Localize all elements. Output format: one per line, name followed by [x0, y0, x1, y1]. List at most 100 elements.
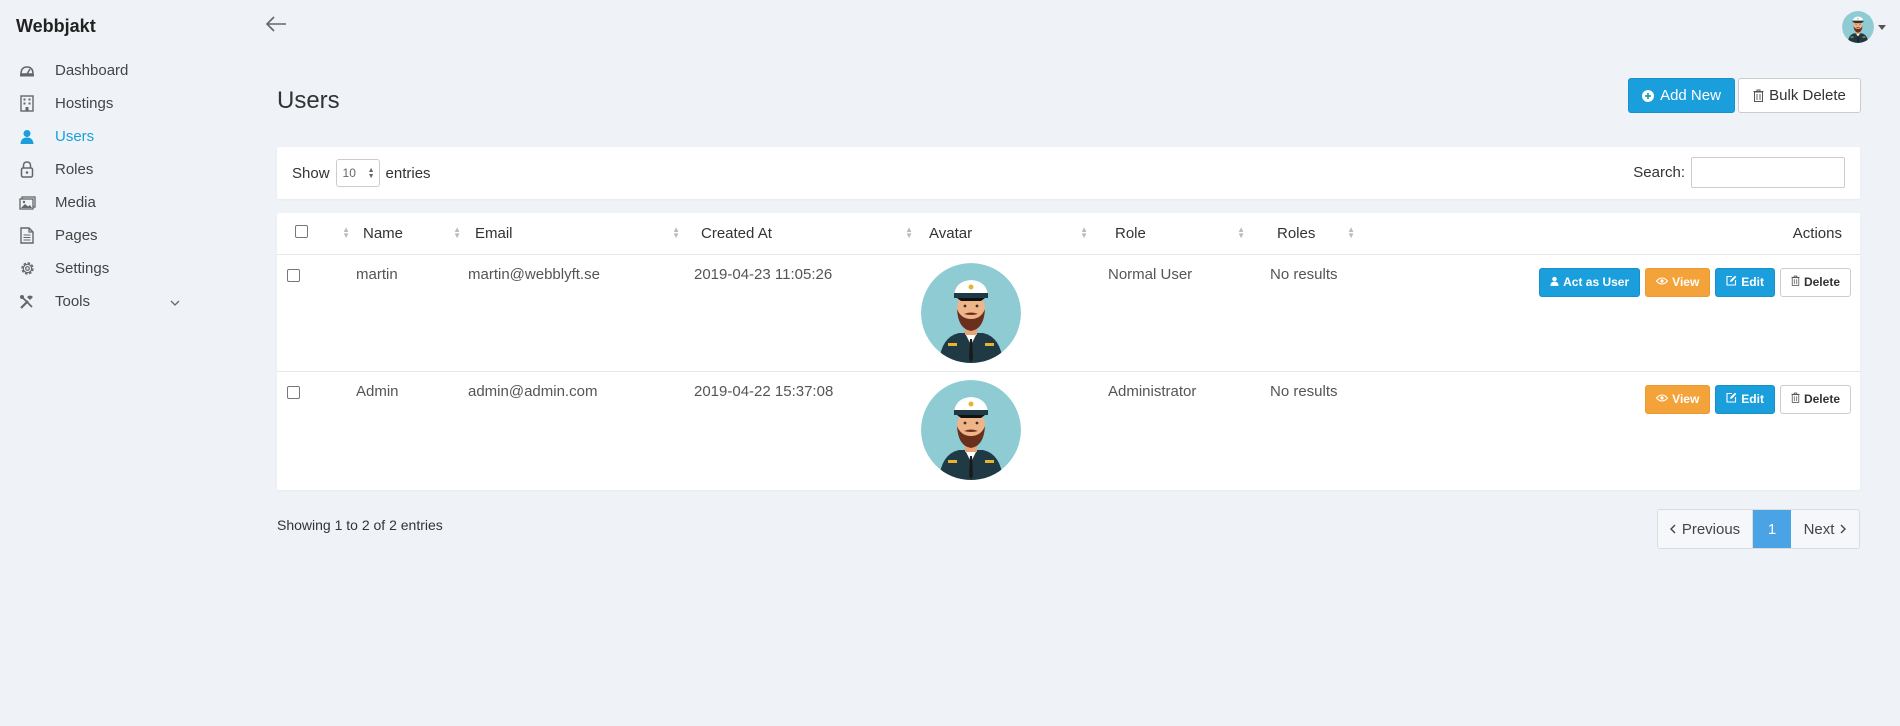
avatar — [921, 263, 1021, 363]
add-new-label: Add New — [1660, 87, 1721, 104]
header-actions: Actions — [1361, 213, 1860, 255]
next-page-button[interactable]: Next — [1791, 510, 1859, 548]
row-actions: View Edit Delete — [1361, 383, 1860, 414]
name-cell: Admin — [356, 382, 399, 400]
building-icon — [17, 94, 37, 114]
sort-icon: ▲ ▼ — [453, 225, 461, 240]
sidebar-item-hostings[interactable]: Hostings — [0, 87, 200, 120]
tools-icon — [17, 292, 37, 312]
sort-icon: ▲ ▼ — [342, 225, 350, 240]
act-as-user-label: Act as User — [1563, 275, 1630, 289]
chevron-left-icon — [1669, 524, 1676, 534]
header-select-all[interactable]: ▲ ▼ — [277, 213, 356, 255]
sidebar-item-users[interactable]: Users — [0, 120, 200, 153]
header-avatar[interactable]: Avatar ▲ ▼ — [919, 213, 1094, 255]
chevron-down-icon — [170, 293, 180, 310]
sidebar-item-tools[interactable]: Tools — [0, 285, 200, 318]
sidebar-item-label: Roles — [55, 161, 94, 178]
entries-label: entries — [385, 164, 431, 182]
header-label: Email — [475, 224, 513, 242]
sidebar-item-label: Hostings — [55, 95, 114, 112]
lock-icon — [17, 160, 37, 180]
header-email[interactable]: Email ▲ ▼ — [467, 213, 686, 255]
table-header-row: ▲ ▼ Name ▲ ▼ Email ▲ ▼ Created At ▲ ▼ Avatar… — [277, 213, 1860, 255]
sidebar-item-settings[interactable]: Settings — [0, 252, 200, 285]
sort-icon: ▲ ▼ — [1080, 225, 1088, 240]
sort-icon: ▲ ▼ — [905, 225, 913, 240]
sort-icon: ▲ ▼ — [1237, 225, 1245, 240]
image-icon — [17, 193, 37, 213]
delete-button[interactable]: Delete — [1779, 384, 1851, 414]
edit-button[interactable]: Edit — [1715, 267, 1775, 297]
dashboard-icon — [17, 61, 37, 81]
header-roles[interactable]: Roles ▲ ▼ — [1251, 213, 1361, 255]
sidebar-item-label: Users — [55, 128, 95, 145]
chevron-right-icon — [1840, 524, 1847, 534]
sidebar-item-label: Dashboard — [55, 62, 129, 79]
users-table-card: ▲ ▼ Name ▲ ▼ Email ▲ ▼ Created At ▲ ▼ Avatar… — [277, 213, 1860, 490]
gear-icon — [17, 259, 37, 279]
sort-icon: ▲ ▼ — [1347, 225, 1355, 240]
role-cell: Administrator — [1108, 382, 1197, 400]
bulk-delete-button[interactable]: Bulk Delete — [1738, 78, 1861, 113]
plus-circle-icon — [1642, 89, 1655, 102]
delete-button[interactable]: Delete — [1779, 267, 1851, 297]
act-as-user-button[interactable]: Act as User — [1539, 267, 1641, 297]
avatar — [1842, 11, 1874, 43]
brand-logo[interactable]: Webbjakt — [16, 16, 96, 37]
header-created-at[interactable]: Created At ▲ ▼ — [686, 213, 919, 255]
header-role[interactable]: Role ▲ ▼ — [1094, 213, 1251, 255]
trash-icon — [1791, 392, 1800, 406]
add-new-button[interactable]: Add New — [1628, 78, 1735, 113]
header-label: Avatar — [929, 224, 973, 242]
back-arrow-icon[interactable] — [264, 12, 288, 36]
sidebar-item-pages[interactable]: Pages — [0, 219, 200, 252]
sidebar-item-roles[interactable]: Roles — [0, 153, 200, 186]
table-row: Admin admin@admin.com 2019-04-22 15:37:0… — [277, 371, 1860, 488]
edit-label: Edit — [1741, 392, 1764, 406]
edit-icon — [1726, 275, 1737, 289]
avatar-cell — [919, 371, 1094, 488]
table-info: Showing 1 to 2 of 2 entries — [277, 517, 443, 533]
row-checkbox[interactable] — [287, 268, 300, 282]
sidebar-item-dashboard[interactable]: Dashboard — [0, 54, 200, 87]
sidebar-item-media[interactable]: Media — [0, 186, 200, 219]
entries-length-select[interactable]: 10 ▲ ▼ — [335, 159, 380, 187]
row-checkbox[interactable] — [287, 385, 300, 399]
delete-label: Delete — [1803, 275, 1840, 289]
roles-cell: No results — [1270, 382, 1338, 400]
search-label: Search: — [1633, 164, 1685, 181]
role-cell: Normal User — [1094, 254, 1251, 372]
filter-bar: Show 10 ▲ ▼ entries Search: — [277, 147, 1860, 199]
previous-label: Previous — [1681, 520, 1741, 538]
user-menu[interactable] — [1842, 11, 1886, 43]
roles-cell: No results — [1251, 254, 1361, 372]
header-label: Role — [1115, 224, 1146, 242]
pagination: Previous 1 Next — [1657, 509, 1860, 549]
email-cell: admin@admin.com — [468, 382, 598, 400]
sort-icon: ▲ ▼ — [672, 225, 680, 240]
actions-cell: Act as User View Edit Delete — [1361, 254, 1860, 372]
row-select-cell — [277, 371, 356, 488]
sidebar-nav: Dashboard Hostings Users Roles Media Pag… — [0, 54, 200, 318]
view-button[interactable]: View — [1645, 267, 1711, 297]
sidebar: Webbjakt Dashboard Hostings Users Roles — [0, 0, 200, 726]
edit-button[interactable]: Edit — [1715, 384, 1775, 414]
previous-page-button[interactable]: Previous — [1658, 510, 1753, 548]
search-input[interactable] — [1691, 157, 1845, 188]
trash-icon — [1753, 89, 1764, 102]
user-icon — [1550, 276, 1559, 289]
header-name[interactable]: Name ▲ ▼ — [356, 213, 467, 255]
search-control: Search: — [1633, 157, 1845, 188]
sidebar-item-label: Pages — [55, 227, 98, 244]
user-icon — [17, 127, 37, 147]
file-icon — [17, 226, 37, 246]
page-title: Users — [277, 87, 340, 114]
view-button[interactable]: View — [1645, 384, 1711, 414]
row-actions: Act as User View Edit Delete — [1361, 266, 1860, 297]
page-1-button[interactable]: 1 — [1753, 510, 1791, 548]
view-label: View — [1672, 275, 1700, 289]
select-all-checkbox[interactable] — [295, 224, 308, 238]
created-at-cell: 2019-04-23 11:05:26 — [686, 254, 919, 372]
header-label: Created At — [701, 224, 772, 242]
